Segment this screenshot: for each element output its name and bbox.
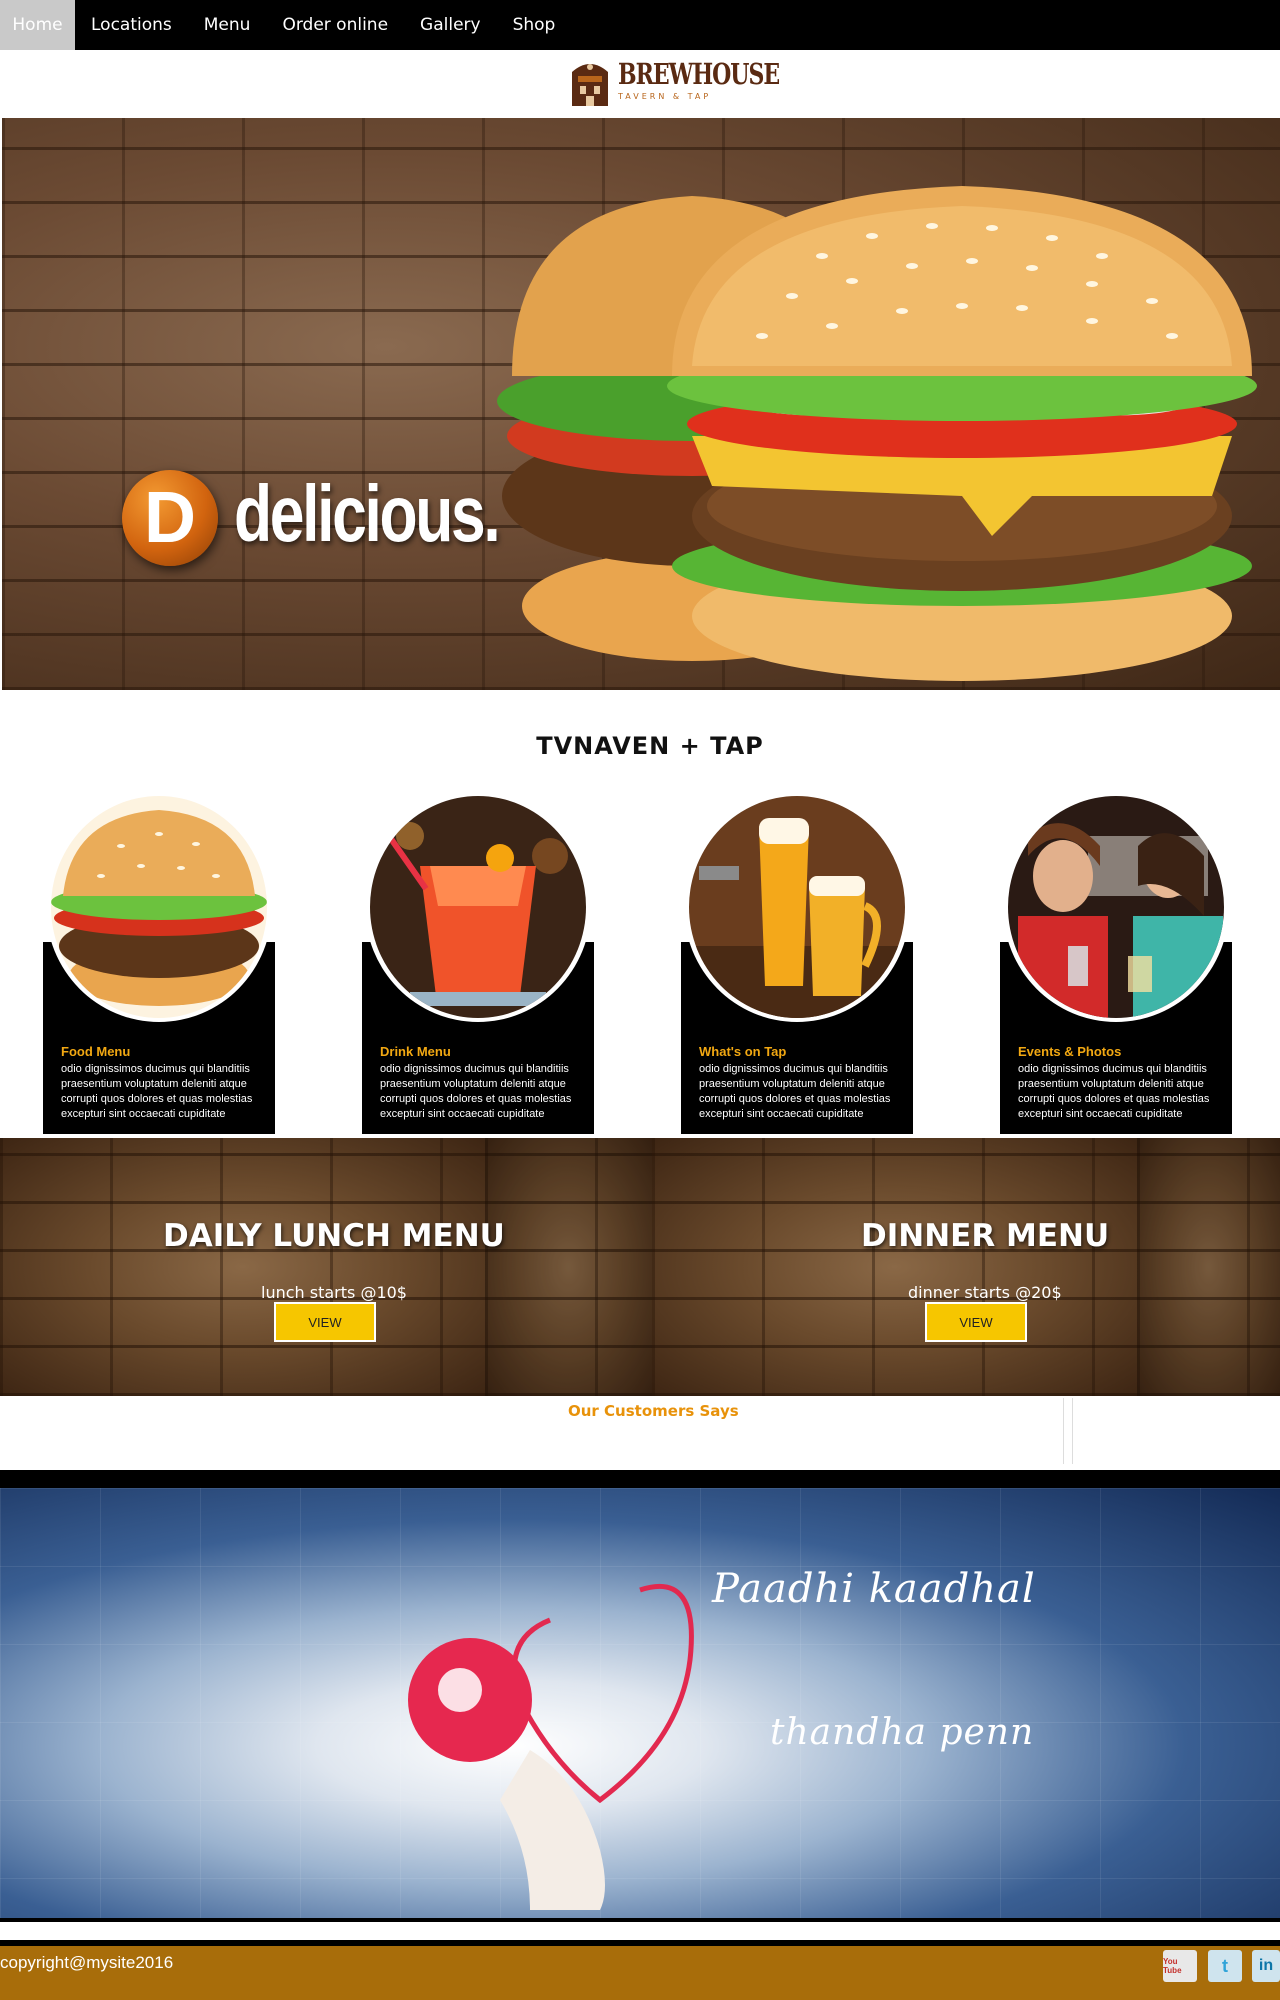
band-tile <box>1137 1138 1280 1396</box>
card-food-menu[interactable]: Food Menu odio dignissimos ducimus qui b… <box>43 792 275 1134</box>
card-text: odio dignissimos ducimus qui blanditiis … <box>1018 1063 1210 1120</box>
band-tile <box>652 1138 1137 1396</box>
logo-tagline: TAVERN & TAP <box>618 91 712 101</box>
events-thumbnail <box>1008 796 1224 1018</box>
site-logo[interactable]: BREWHOUSE TAVERN & TAP <box>568 54 780 110</box>
card-events-photos[interactable]: Events & Photos odio dignissimos ducimus… <box>1000 792 1232 1134</box>
top-navigation: Home Locations Menu Order online Gallery… <box>0 0 1280 50</box>
nav-item-home[interactable]: Home <box>0 0 75 50</box>
section-title: TVNAVEN + TAP <box>536 732 764 760</box>
card-title: Events & Photos <box>1018 1044 1122 1059</box>
hero-headline: delicious. <box>234 469 501 558</box>
footer <box>0 1940 1280 2000</box>
customers-heading: Our Customers Says <box>568 1402 739 1420</box>
tavern-building-icon <box>568 56 612 108</box>
dinner-menu-note: dinner starts @20$ <box>908 1283 1062 1302</box>
lunch-menu-heading: DAILY LUNCH MENU <box>163 1218 505 1254</box>
lunch-view-button[interactable]: VIEW <box>274 1302 376 1342</box>
burger-thumbnail <box>51 796 267 1018</box>
card-title: Food Menu <box>61 1044 131 1059</box>
heart-icon <box>408 1583 694 1910</box>
hero-badge: D <box>122 470 218 566</box>
cocktail-thumbnail <box>370 796 586 1018</box>
nav-item-locations[interactable]: Locations <box>75 0 188 50</box>
card-text: odio dignissimos ducimus qui blanditiis … <box>699 1063 891 1120</box>
burger-image <box>497 186 1257 681</box>
lunch-menu-note: lunch starts @10$ <box>261 1283 407 1302</box>
video-caption-line1: Paadhi kaadhal <box>712 1566 1036 1612</box>
band-tile <box>485 1138 652 1396</box>
nav-item-shop[interactable]: Shop <box>497 0 572 50</box>
beer-thumbnail <box>689 796 905 1018</box>
video-banner[interactable] <box>0 1470 1280 1922</box>
nav-item-menu[interactable]: Menu <box>188 0 267 50</box>
card-title: Drink Menu <box>380 1044 451 1059</box>
nav-item-order-online[interactable]: Order online <box>266 0 404 50</box>
logo-name: BREWHOUSE <box>618 57 780 92</box>
card-text: odio dignissimos ducimus qui blanditiis … <box>380 1063 572 1120</box>
linkedin-icon[interactable]: in <box>1252 1950 1280 1982</box>
menu-band <box>0 1138 1280 1396</box>
video-caption-line2: thandha penn <box>770 1712 1035 1753</box>
card-drink-menu[interactable]: Drink Menu odio dignissimos ducimus qui … <box>362 792 594 1134</box>
card-title: What's on Tap <box>699 1044 787 1059</box>
band-tile <box>0 1138 485 1396</box>
dinner-view-button[interactable]: VIEW <box>925 1302 1027 1342</box>
divider <box>1063 1398 1073 1464</box>
card-text: odio dignissimos ducimus qui blanditiis … <box>61 1063 253 1120</box>
nav-item-gallery[interactable]: Gallery <box>404 0 497 50</box>
card-whats-on-tap[interactable]: What's on Tap odio dignissimos ducimus q… <box>681 792 913 1134</box>
copyright-text: copyright@mysite2016 <box>0 1953 174 1972</box>
dinner-menu-heading: DINNER MENU <box>861 1218 1110 1254</box>
hero-banner: D delicious. <box>2 118 1280 690</box>
youtube-icon[interactable]: You Tube <box>1163 1950 1197 1982</box>
twitter-icon[interactable]: t <box>1208 1950 1242 1982</box>
